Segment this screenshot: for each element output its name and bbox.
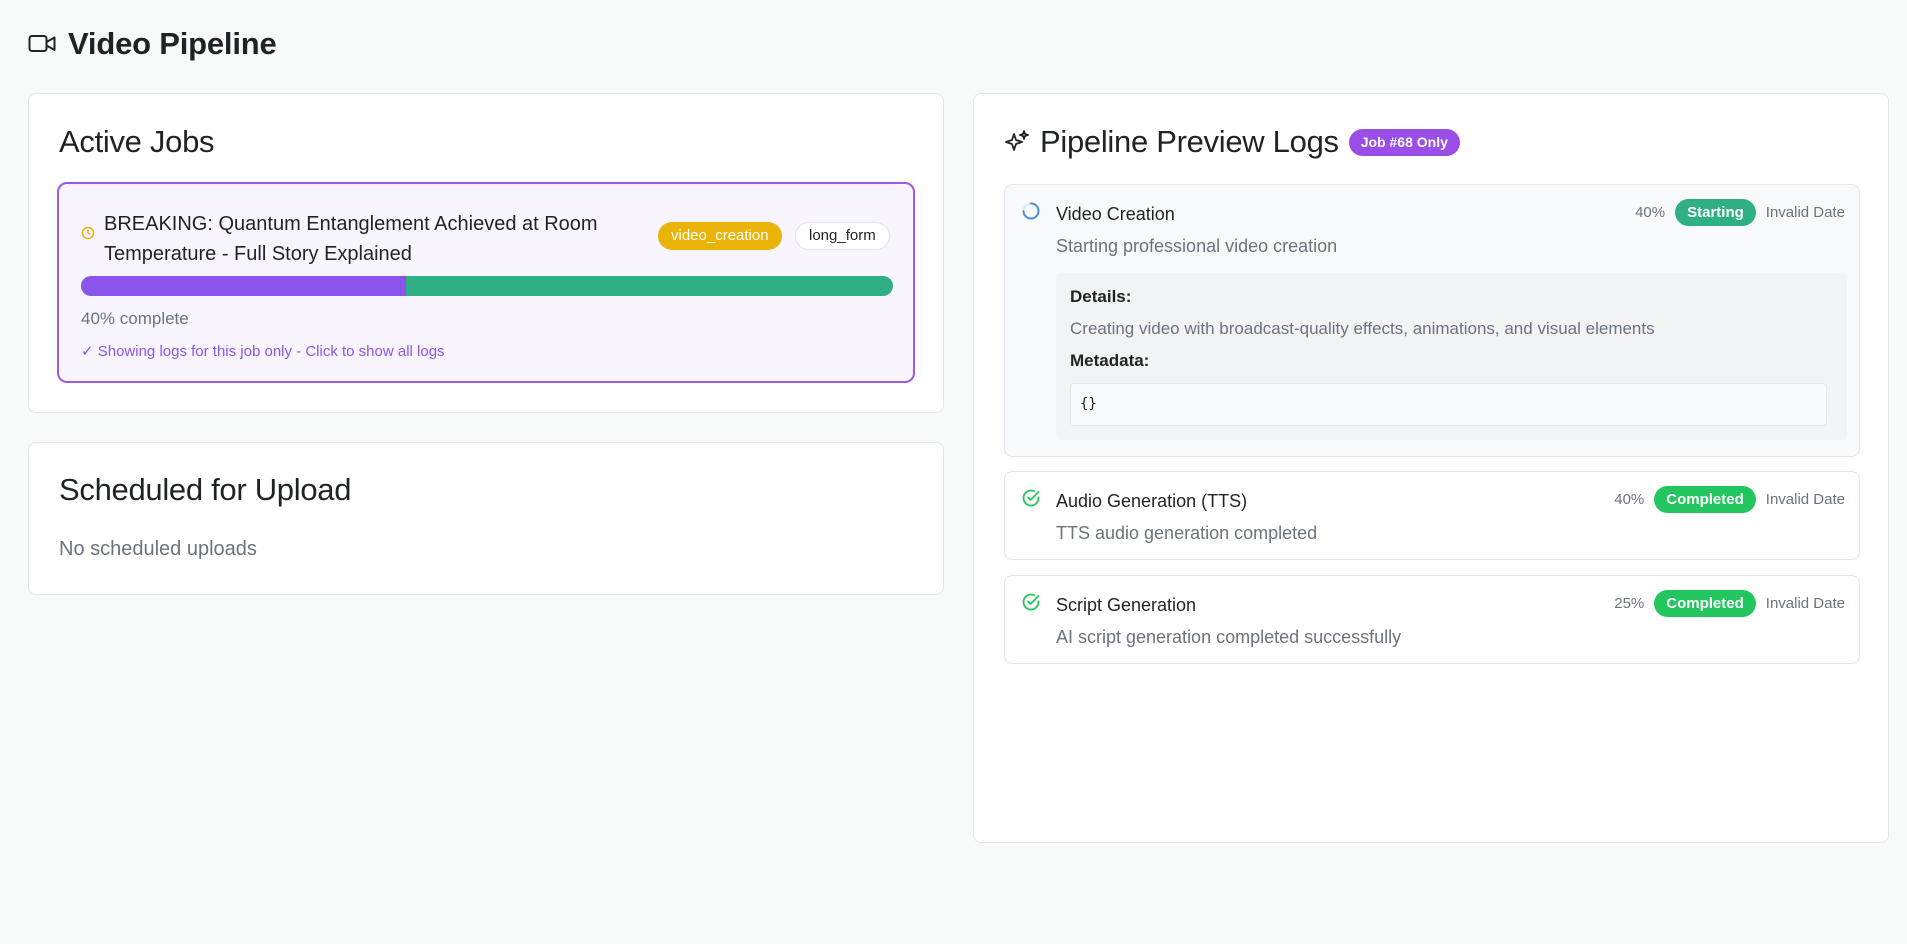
check-circle-icon — [1021, 488, 1041, 513]
log-date: Invalid Date — [1765, 204, 1845, 221]
active-jobs-title: Active Jobs — [59, 124, 215, 159]
log-status-badge: Completed — [1654, 590, 1756, 617]
metadata-label: Metadata: — [1070, 351, 1150, 370]
logs-header: Pipeline Preview Logs Job #68 Only — [1004, 124, 1460, 160]
log-title: Audio Generation (TTS) — [1056, 491, 1248, 511]
check-circle-icon — [1021, 592, 1041, 617]
job-progress-bar — [81, 276, 893, 296]
log-percent: 40% — [1614, 491, 1645, 508]
scheduled-empty-text: No scheduled uploads — [59, 538, 257, 560]
log-details-panel: Details: Creating video with broadcast-q… — [1056, 273, 1847, 440]
app-title: Video Pipeline — [68, 26, 277, 61]
video-camera-icon — [28, 33, 56, 55]
log-status-badge: Starting — [1675, 199, 1756, 226]
logs-title: Pipeline Preview Logs — [1040, 124, 1339, 159]
details-label: Details: — [1070, 287, 1132, 306]
log-percent: 40% — [1635, 204, 1666, 221]
job-progress-fill — [81, 276, 406, 296]
log-meta: 40% Starting Invalid Date — [1635, 199, 1845, 226]
job-progress-text: 40% complete — [81, 309, 189, 328]
log-date: Invalid Date — [1765, 491, 1845, 508]
details-text: Creating video with broadcast-quality ef… — [1070, 319, 1655, 338]
job-card[interactable]: BREAKING: Quantum Entanglement Achieved … — [57, 182, 915, 383]
log-meta: 25% Completed Invalid Date — [1614, 590, 1845, 617]
scheduled-uploads-card: Scheduled for Upload No scheduled upload… — [28, 442, 944, 595]
spinner-icon — [1021, 201, 1041, 226]
scheduled-uploads-title: Scheduled for Upload — [59, 472, 352, 507]
log-title: Script Generation — [1056, 595, 1197, 615]
log-percent: 25% — [1614, 595, 1645, 612]
job-filter-badge[interactable]: Job #68 Only — [1348, 128, 1460, 156]
log-meta: 40% Completed Invalid Date — [1614, 486, 1845, 513]
job-type-badge: long_form — [795, 222, 890, 250]
clock-icon — [81, 226, 95, 245]
job-status-badge: video_creation — [658, 222, 782, 250]
log-entry[interactable]: Video Creation 40% Starting Invalid Date… — [1004, 184, 1860, 457]
pipeline-logs-card: Pipeline Preview Logs Job #68 Only Video… — [973, 93, 1889, 843]
app-header: Video Pipeline — [28, 26, 277, 62]
metadata-code: {} — [1070, 383, 1827, 426]
log-message: AI script generation completed successfu… — [1056, 627, 1402, 647]
active-jobs-card: Active Jobs BREAKING: Quantum Entangleme… — [28, 93, 944, 413]
log-title: Video Creation — [1056, 204, 1175, 224]
show-all-logs-link[interactable]: ✓ Showing logs for this job only - Click… — [81, 342, 445, 360]
sparkles-icon — [1004, 129, 1030, 155]
log-date: Invalid Date — [1765, 595, 1845, 612]
log-message: Starting professional video creation — [1056, 236, 1338, 256]
log-entry[interactable]: Script Generation 25% Completed Invalid … — [1004, 575, 1860, 664]
log-message: TTS audio generation completed — [1056, 523, 1318, 543]
log-status-badge: Completed — [1654, 486, 1756, 513]
log-entry[interactable]: Audio Generation (TTS) 40% Completed Inv… — [1004, 471, 1860, 560]
job-title: BREAKING: Quantum Entanglement Achieved … — [104, 213, 598, 265]
